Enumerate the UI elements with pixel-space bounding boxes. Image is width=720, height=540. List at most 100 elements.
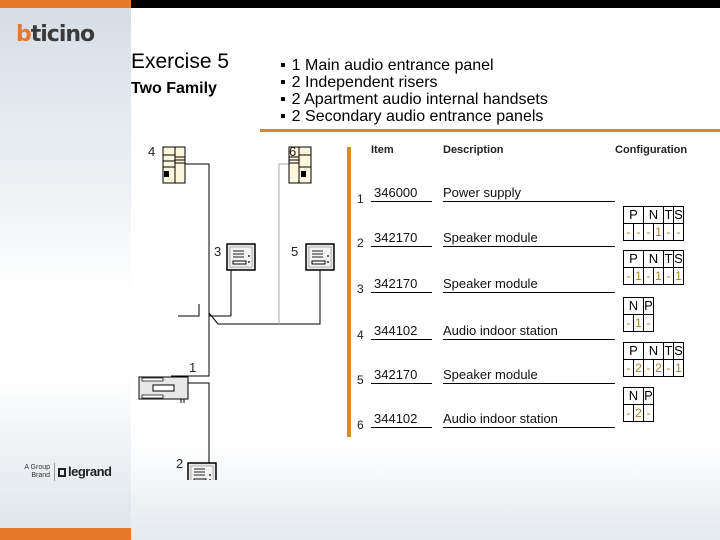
config-header: N	[643, 206, 664, 224]
item-description: Speaker module	[443, 230, 615, 247]
row-number: 6	[357, 418, 364, 432]
config-value: -	[623, 314, 634, 332]
power-supply-icon	[138, 376, 189, 403]
config-header: P	[643, 387, 654, 405]
config-value: 2	[653, 359, 664, 377]
config-value: -	[663, 223, 674, 241]
config-header: P	[643, 297, 654, 315]
legrand-square-icon	[58, 468, 66, 477]
diagram-label-3: 3	[214, 244, 222, 259]
legrand-text: legrand	[68, 464, 112, 479]
wire-handset-4	[173, 163, 210, 335]
top-accent-orange	[0, 0, 131, 8]
config-value: -	[643, 314, 654, 332]
config-header: P	[623, 250, 644, 268]
item-description: Speaker module	[443, 367, 615, 384]
config-header: N	[643, 342, 664, 360]
config-value: 1	[633, 314, 644, 332]
diagram-label-4: 4	[148, 144, 156, 159]
item-description: Audio indoor station	[443, 323, 615, 340]
item-code: 342170	[371, 367, 432, 384]
config-header: S	[673, 342, 684, 360]
config-header: N	[643, 250, 664, 268]
item-code: 344102	[371, 411, 432, 428]
config-value: -	[663, 359, 674, 377]
bticino-logo: bticino	[16, 22, 95, 47]
config-header: N	[623, 297, 644, 315]
config-value: -	[663, 267, 674, 285]
config-header: S	[673, 250, 684, 268]
group-line-2: Brand	[31, 472, 50, 479]
config-header: P	[623, 206, 644, 224]
feature-list: 1 Main audio entrance panel 2 Independen…	[280, 57, 548, 125]
config-value: -	[623, 359, 634, 377]
feature-item: 2 Secondary audio entrance panels	[280, 108, 548, 125]
config-header: S	[673, 206, 684, 224]
logo-first-letter: b	[16, 22, 32, 47]
handset-icon	[162, 146, 186, 184]
config-value: -	[643, 267, 654, 285]
diagram-label-5: 5	[291, 244, 299, 259]
config-header: P	[623, 342, 644, 360]
page-subtitle: Two Family	[131, 80, 217, 97]
speaker-panel-icon	[226, 243, 256, 271]
column-header-configuration: Configuration	[615, 144, 688, 156]
row-number: 1	[357, 192, 364, 206]
config-value: -	[673, 223, 684, 241]
config-header: N	[623, 387, 644, 405]
diagram-label-1: 1	[189, 360, 197, 375]
config-value: 2	[633, 359, 644, 377]
group-line-1: A Group	[24, 464, 50, 471]
diagram-label-2: 2	[176, 456, 184, 471]
config-table-row-2: PNTS ---1--	[623, 206, 684, 241]
config-header: T	[663, 342, 674, 360]
wiring-diagram	[138, 146, 335, 480]
group-brand-text: A Group Brand	[18, 464, 50, 480]
config-table-row-6: NP -2-	[623, 387, 654, 422]
table-accent-bar	[347, 147, 351, 437]
column-header-item: Item	[371, 144, 394, 156]
item-code: 342170	[371, 276, 432, 293]
speaker-panel-icon	[305, 243, 335, 271]
diagram-label-6: 6	[289, 144, 297, 159]
brand-divider	[54, 463, 55, 481]
config-value: -	[623, 223, 634, 241]
config-value: 1	[653, 267, 664, 285]
config-value: -	[643, 359, 654, 377]
page-title: Exercise 5	[131, 50, 230, 73]
legrand-logo: legrand	[58, 464, 112, 479]
row-number: 5	[357, 373, 364, 387]
item-description: Speaker module	[443, 276, 615, 293]
config-value: 1	[673, 267, 684, 285]
wire-panel-3	[178, 304, 200, 317]
row-number: 3	[357, 282, 364, 296]
header-divider	[260, 129, 720, 132]
logo-rest: ticino	[30, 22, 95, 47]
config-table-row-3: PNTS -1-1-1	[623, 250, 684, 285]
config-value: -	[643, 223, 654, 241]
row-number: 4	[357, 328, 364, 342]
item-description: Power supply	[443, 185, 615, 202]
item-code: 346000	[371, 185, 432, 202]
column-header-description: Description	[443, 144, 504, 156]
config-value: 1	[673, 359, 684, 377]
item-description: Audio indoor station	[443, 411, 615, 428]
config-value: -	[633, 223, 644, 241]
feature-item: 1 Main audio entrance panel	[280, 57, 548, 74]
config-value: 1	[633, 267, 644, 285]
config-value: -	[623, 267, 634, 285]
top-accent-black	[131, 0, 720, 8]
feature-item: 2 Apartment audio internal handsets	[280, 91, 548, 108]
config-value: -	[623, 404, 634, 422]
item-code: 342170	[371, 230, 432, 247]
bottom-accent-orange	[0, 528, 131, 540]
config-header: T	[663, 206, 674, 224]
wire-handset-6	[278, 163, 289, 324]
feature-item: 2 Independent risers	[280, 74, 548, 91]
config-header: T	[663, 250, 674, 268]
config-table-row-5: PNTS -2-2-1	[623, 342, 684, 377]
row-number: 2	[357, 236, 364, 250]
wires	[171, 163, 321, 463]
config-value: -	[643, 404, 654, 422]
main-entrance-panel-icon	[187, 462, 217, 480]
